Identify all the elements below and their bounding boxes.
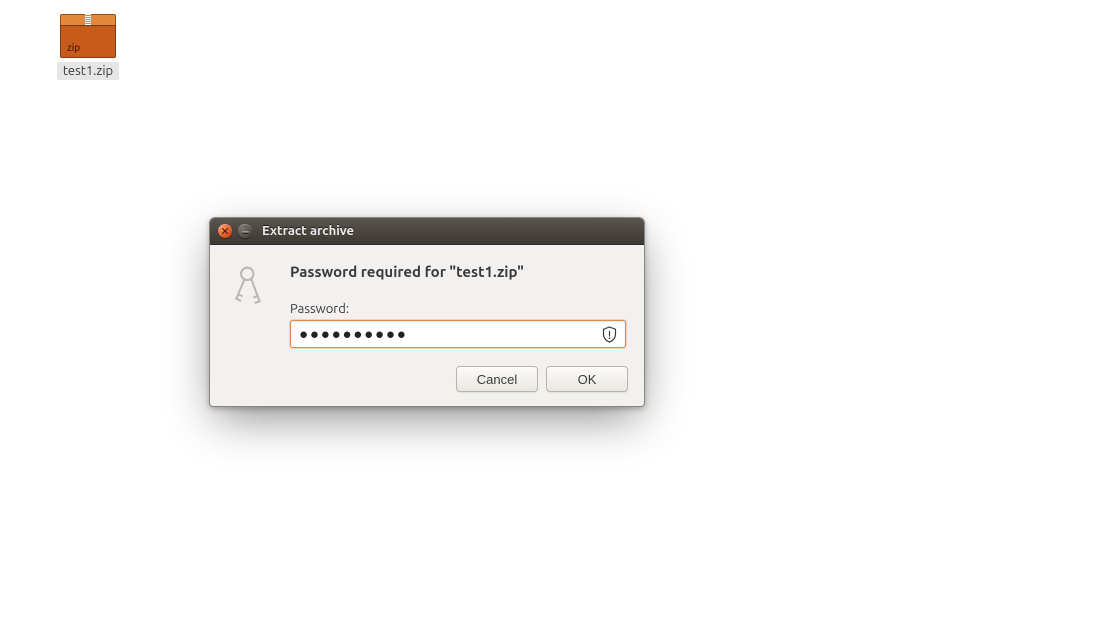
dialog-form: Password required for "test1.zip" Passwo… xyxy=(290,261,626,348)
zip-archive-icon: zip xyxy=(60,14,116,58)
dialog-titlebar[interactable]: Extract archive xyxy=(210,218,644,245)
desktop-area: zip test1.zip Extract archive xyxy=(0,0,1099,632)
desktop-file-label: test1.zip xyxy=(57,62,119,80)
password-field-label: Password: xyxy=(290,302,626,316)
keys-icon xyxy=(224,261,276,348)
window-minimize-button[interactable] xyxy=(238,224,252,238)
dialog-button-row: Cancel OK xyxy=(210,362,644,406)
dialog-title: Extract archive xyxy=(262,225,354,238)
extract-archive-dialog: Extract archive xyxy=(209,217,645,407)
window-close-button[interactable] xyxy=(218,224,232,238)
password-input-wrap xyxy=(290,320,626,348)
cancel-button[interactable]: Cancel xyxy=(456,366,538,392)
dialog-heading: Password required for "test1.zip" xyxy=(290,263,626,280)
zip-badge-text: zip xyxy=(67,42,80,53)
ok-button[interactable]: OK xyxy=(546,366,628,392)
password-input[interactable] xyxy=(290,320,626,348)
desktop-file-test1-zip[interactable]: zip test1.zip xyxy=(48,14,128,80)
dialog-body: Password required for "test1.zip" Passwo… xyxy=(210,245,644,362)
